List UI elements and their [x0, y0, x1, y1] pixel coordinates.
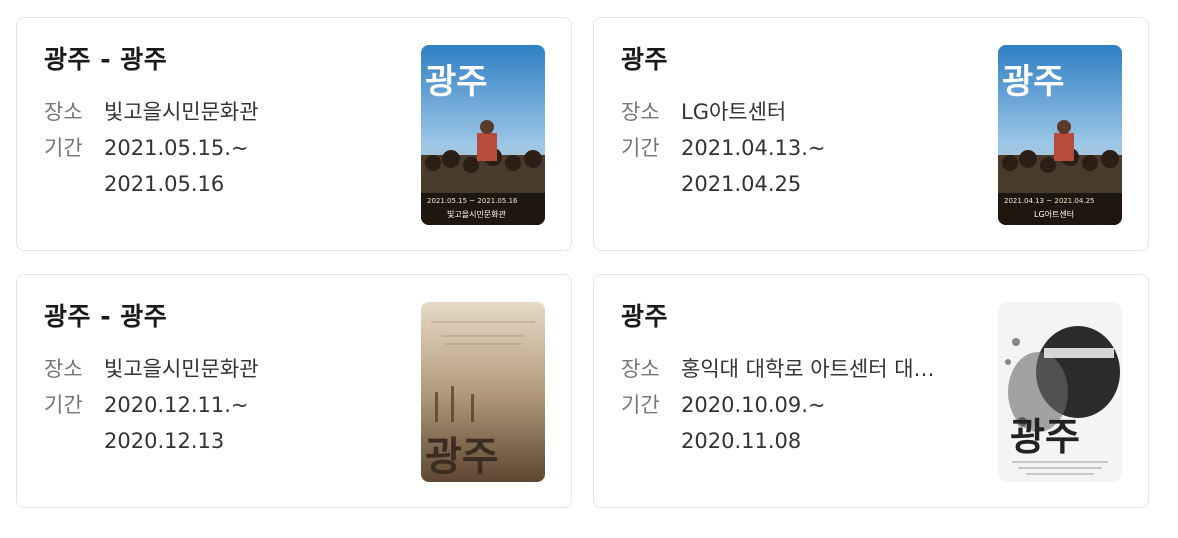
performance-info: 장소 빛고을시민문화관 기간 2020.12.11.~ 2020.12.13	[44, 351, 259, 459]
period-end: 2021.04.25	[681, 172, 802, 196]
svg-text:빛고을시민문화관: 빛고을시민문화관	[447, 209, 507, 219]
poster-image[interactable]: 광주 2021.04.13 ~ 2021.04.25 LG아트센터	[998, 45, 1122, 225]
venue-value: 빛고을시민문화관	[104, 357, 259, 381]
poster-image[interactable]: 광주	[998, 302, 1122, 482]
period-start: 2020.10.09.~	[681, 393, 826, 417]
performance-card[interactable]: 광주 - 광주 장소 빛고을시민문화관 기간 2021.05.15.~ 2021…	[16, 17, 572, 251]
performance-title: 광주 - 광주	[44, 302, 168, 331]
venue-value: LG아트센터	[681, 100, 787, 124]
performance-title: 광주	[621, 45, 669, 74]
period-end: 2020.11.08	[681, 429, 802, 453]
svg-text:광주: 광주	[425, 62, 488, 102]
venue-label: 장소	[44, 100, 83, 124]
performance-title: 광주	[621, 302, 669, 331]
period-label: 기간	[621, 393, 660, 417]
performance-card[interactable]: 광주 장소 LG아트센터 기간 2021.04.13.~ 2021.04.25	[593, 17, 1149, 251]
performance-title: 광주 - 광주	[44, 45, 168, 74]
svg-text:광주: 광주	[425, 434, 499, 480]
poster-image[interactable]: 광주	[421, 302, 545, 482]
period-label: 기간	[44, 393, 83, 417]
performance-info: 장소 LG아트센터 기간 2021.04.13.~ 2021.04.25	[621, 94, 826, 202]
period-label: 기간	[44, 136, 83, 160]
svg-text:2021.05.15 ~ 2021.05.16: 2021.05.15 ~ 2021.05.16	[427, 197, 518, 205]
period-start: 2021.04.13.~	[681, 136, 826, 160]
venue-value: 홍익대 대학로 아트센터 대극장	[681, 357, 941, 381]
performance-grid: 광주 - 광주 장소 빛고을시민문화관 기간 2021.05.15.~ 2021…	[0, 0, 1178, 538]
svg-text:LG아트센터: LG아트센터	[1034, 209, 1074, 219]
performance-info: 장소 홍익대 대학로 아트센터 대극장 기간 2020.10.09.~ 2020…	[621, 351, 941, 459]
venue-label: 장소	[44, 357, 83, 381]
period-end: 2021.05.16	[104, 172, 225, 196]
venue-value: 빛고을시민문화관	[104, 100, 259, 124]
poster-image[interactable]: 광주 2021.05.15 ~ 2021.05.16 빛고을시민문화관	[421, 45, 545, 225]
venue-label: 장소	[621, 357, 660, 381]
performance-info: 장소 빛고을시민문화관 기간 2021.05.15.~ 2021.05.16	[44, 94, 259, 202]
svg-text:광주: 광주	[1002, 62, 1065, 102]
performance-card[interactable]: 광주 - 광주 장소 빛고을시민문화관 기간 2020.12.11.~ 2020…	[16, 274, 572, 508]
svg-text:2021.04.13 ~ 2021.04.25: 2021.04.13 ~ 2021.04.25	[1004, 197, 1094, 205]
period-label: 기간	[621, 136, 660, 160]
period-start: 2020.12.11.~	[104, 393, 249, 417]
svg-text:광주: 광주	[1010, 415, 1080, 459]
period-end: 2020.12.13	[104, 429, 225, 453]
venue-label: 장소	[621, 100, 660, 124]
period-start: 2021.05.15.~	[104, 136, 249, 160]
performance-card[interactable]: 광주 장소 홍익대 대학로 아트센터 대극장 기간 2020.10.09.~ 2…	[593, 274, 1149, 508]
